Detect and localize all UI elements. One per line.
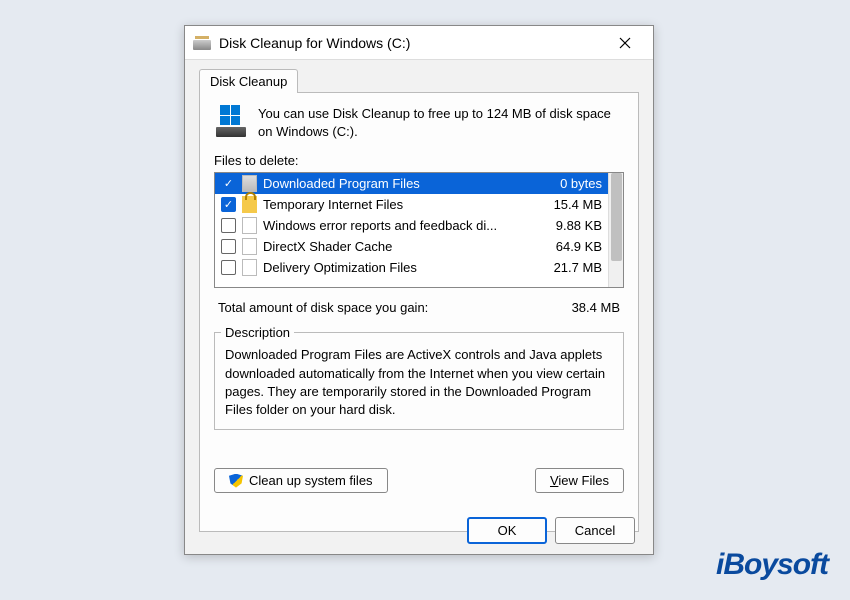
item-size: 9.88 KB	[542, 218, 602, 233]
item-name: DirectX Shader Cache	[263, 239, 536, 254]
ok-button[interactable]: OK	[467, 517, 547, 544]
dialog-actions: OK Cancel	[467, 517, 635, 544]
item-size: 15.4 MB	[542, 197, 602, 212]
shield-icon	[229, 474, 243, 488]
list-item[interactable]: DirectX Shader Cache 64.9 KB	[215, 236, 608, 257]
scrollbar-thumb[interactable]	[611, 173, 622, 261]
info-text: You can use Disk Cleanup to free up to 1…	[258, 105, 624, 141]
file-icon	[242, 259, 257, 276]
view-files-button[interactable]: View Files	[535, 468, 624, 493]
info-row: You can use Disk Cleanup to free up to 1…	[214, 105, 624, 141]
disk-cleanup-window: Disk Cleanup for Windows (C:) Disk Clean…	[184, 25, 654, 555]
total-value: 38.4 MB	[572, 300, 620, 315]
tab-panel: You can use Disk Cleanup to free up to 1…	[199, 92, 639, 532]
scrollbar[interactable]	[608, 173, 623, 287]
description-legend: Description	[221, 325, 294, 340]
files-to-delete-label: Files to delete:	[214, 153, 624, 168]
disk-cleanup-icon	[193, 36, 211, 50]
description-fieldset: Description Downloaded Program Files are…	[214, 325, 624, 430]
tab-disk-cleanup[interactable]: Disk Cleanup	[199, 69, 298, 93]
close-button[interactable]	[605, 28, 645, 58]
checkbox[interactable]	[221, 176, 236, 191]
list-item[interactable]: Windows error reports and feedback di...…	[215, 215, 608, 236]
item-name: Windows error reports and feedback di...	[263, 218, 536, 233]
file-icon	[242, 238, 257, 255]
titlebar: Disk Cleanup for Windows (C:)	[185, 26, 653, 60]
window-title: Disk Cleanup for Windows (C:)	[219, 35, 605, 51]
checkbox[interactable]	[221, 260, 236, 275]
item-size: 64.9 KB	[542, 239, 602, 254]
total-label: Total amount of disk space you gain:	[218, 300, 428, 315]
windows-logo-icon	[220, 105, 240, 125]
list-item[interactable]: Temporary Internet Files 15.4 MB	[215, 194, 608, 215]
panel-buttons: Clean up system files View Files	[214, 468, 624, 493]
tab-strip: Disk Cleanup	[199, 68, 639, 92]
lock-icon	[242, 196, 257, 213]
close-icon	[619, 37, 631, 49]
list-item[interactable]: Downloaded Program Files 0 bytes	[215, 173, 608, 194]
checkbox[interactable]	[221, 239, 236, 254]
item-size: 0 bytes	[542, 176, 602, 191]
watermark: iBoysoft	[716, 548, 828, 582]
total-row: Total amount of disk space you gain: 38.…	[214, 298, 624, 317]
cleanup-system-files-button[interactable]: Clean up system files	[214, 468, 388, 493]
cancel-button[interactable]: Cancel	[555, 517, 635, 544]
item-name: Downloaded Program Files	[263, 176, 536, 191]
file-icon	[242, 175, 257, 192]
file-icon	[242, 217, 257, 234]
window-content: Disk Cleanup You can use Disk Cleanup to…	[185, 60, 653, 544]
item-name: Delivery Optimization Files	[263, 260, 536, 275]
view-files-label: View Files	[550, 473, 609, 488]
cleanup-button-label: Clean up system files	[249, 473, 373, 488]
drive-icon	[214, 105, 248, 141]
files-listbox[interactable]: Downloaded Program Files 0 bytes Temporary…	[214, 172, 624, 288]
disk-icon	[216, 127, 246, 137]
checkbox[interactable]	[221, 197, 236, 212]
checkbox[interactable]	[221, 218, 236, 233]
description-text: Downloaded Program Files are ActiveX con…	[225, 346, 613, 419]
item-size: 21.7 MB	[542, 260, 602, 275]
list-item[interactable]: Delivery Optimization Files 21.7 MB	[215, 257, 608, 278]
item-name: Temporary Internet Files	[263, 197, 536, 212]
